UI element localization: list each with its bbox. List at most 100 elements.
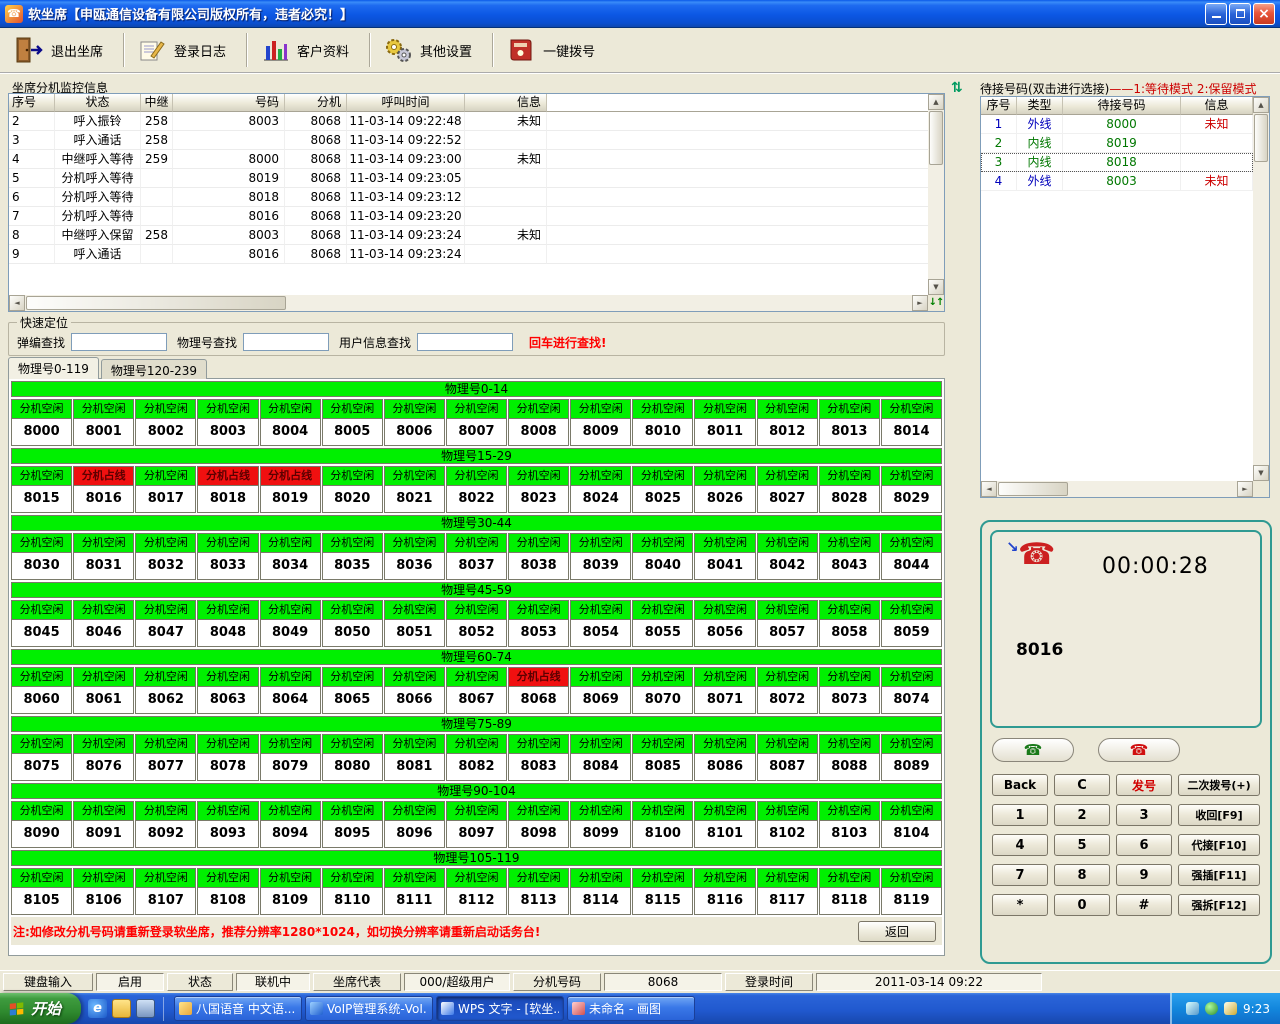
extension-cell[interactable]: 分机空闲8049	[260, 600, 321, 647]
scroll-up-button[interactable]: ▲	[1253, 97, 1269, 113]
monitor-row[interactable]: 6分机呼入等待8018806811-03-14 09:23:12	[9, 188, 944, 207]
extension-cell[interactable]: 分机占线8018	[197, 466, 258, 513]
keypad-key[interactable]: 0	[1054, 894, 1110, 916]
toolbar-button-one-key-dial[interactable]: 一键拨号	[498, 30, 611, 70]
keypad-key[interactable]: 5	[1054, 834, 1110, 856]
extension-cell[interactable]: 分机空闲8080	[322, 734, 383, 781]
show-desktop-icon[interactable]	[136, 999, 155, 1018]
answer-button[interactable]: ☎	[992, 738, 1074, 762]
extension-cell[interactable]: 分机空闲8114	[570, 868, 631, 915]
extension-cell[interactable]: 分机空闲8053	[508, 600, 569, 647]
extension-cell[interactable]: 分机空闲8032	[135, 533, 196, 580]
scroll-right-button[interactable]: ►	[1237, 481, 1253, 497]
scrollbar-thumb[interactable]	[929, 111, 943, 165]
extension-cell[interactable]: 分机空闲8083	[508, 734, 569, 781]
extension-cell[interactable]: 分机空闲8038	[508, 533, 569, 580]
user-info-search-input[interactable]	[417, 333, 513, 351]
keypad-key[interactable]: 代接[F10]	[1178, 834, 1260, 856]
extension-cell[interactable]: 分机空闲8026	[694, 466, 755, 513]
extension-cell[interactable]: 分机空闲8067	[446, 667, 507, 714]
extension-cell[interactable]: 分机空闲8077	[135, 734, 196, 781]
extension-cell[interactable]: 分机空闲8013	[819, 399, 880, 446]
extension-cell[interactable]: 分机空闲8030	[11, 533, 72, 580]
extension-cell[interactable]: 分机空闲8070	[632, 667, 693, 714]
scroll-down-button[interactable]: ▼	[928, 279, 944, 295]
keypad-key[interactable]: 1	[992, 804, 1048, 826]
extension-cell[interactable]: 分机空闲8012	[757, 399, 818, 446]
monitor-row[interactable]: 4中继呼入等待2598000806811-03-14 09:23:00未知	[9, 150, 944, 169]
extension-cell[interactable]: 分机空闲8084	[570, 734, 631, 781]
extension-cell[interactable]: 分机空闲8098	[508, 801, 569, 848]
scroll-right-button[interactable]: ►	[912, 295, 928, 311]
pending-column-header[interactable]: 类型	[1017, 97, 1063, 115]
extension-cell[interactable]: 分机空闲8116	[694, 868, 755, 915]
extension-cell[interactable]: 分机空闲8089	[881, 734, 942, 781]
monitor-column-header[interactable]: 分机	[285, 94, 347, 112]
extension-cell[interactable]: 分机空闲8082	[446, 734, 507, 781]
scrollbar-track[interactable]	[1253, 113, 1269, 465]
toolbar-button-customer-info[interactable]: 客户资料	[252, 30, 365, 70]
extension-cell[interactable]: 分机空闲8119	[881, 868, 942, 915]
pending-row[interactable]: 3内线8018	[981, 153, 1253, 172]
keypad-key[interactable]: 3	[1116, 804, 1172, 826]
extension-cell[interactable]: 分机空闲8051	[384, 600, 445, 647]
extension-cell[interactable]: 分机空闲8094	[260, 801, 321, 848]
extension-cell[interactable]: 分机空闲8054	[570, 600, 631, 647]
extension-cell[interactable]: 分机空闲8100	[632, 801, 693, 848]
scroll-up-button[interactable]: ▲	[928, 94, 944, 110]
extension-cell[interactable]: 分机空闲8024	[570, 466, 631, 513]
extension-cell[interactable]: 分机空闲8058	[819, 600, 880, 647]
extension-cell[interactable]: 分机空闲8052	[446, 600, 507, 647]
pending-row[interactable]: 2内线8019	[981, 134, 1253, 153]
extension-cell[interactable]: 分机占线8019	[260, 466, 321, 513]
extension-cell[interactable]: 分机空闲8096	[384, 801, 445, 848]
extension-cell[interactable]: 分机空闲8066	[384, 667, 445, 714]
maximize-button[interactable]	[1229, 3, 1251, 25]
keypad-key[interactable]: 二次拨号(+)	[1178, 774, 1260, 796]
scrollbar-thumb[interactable]	[1254, 114, 1268, 162]
extension-cell[interactable]: 分机空闲8004	[260, 399, 321, 446]
extension-cell[interactable]: 分机空闲8102	[757, 801, 818, 848]
extension-cell[interactable]: 分机空闲8008	[508, 399, 569, 446]
extension-cell[interactable]: 分机空闲8115	[632, 868, 693, 915]
extension-cell[interactable]: 分机空闲8092	[135, 801, 196, 848]
extension-cell[interactable]: 分机空闲8011	[694, 399, 755, 446]
keypad-key[interactable]: 9	[1116, 864, 1172, 886]
extension-cell[interactable]: 分机空闲8048	[197, 600, 258, 647]
taskbar-task-button[interactable]: WPS 文字 - [软坐...	[436, 996, 564, 1021]
scroll-down-button[interactable]: ▼	[1253, 465, 1269, 481]
extension-cell[interactable]: 分机空闲8036	[384, 533, 445, 580]
extension-cell[interactable]: 分机空闲8007	[446, 399, 507, 446]
pending-row[interactable]: 4外线8003未知	[981, 172, 1253, 191]
taskbar-task-button[interactable]: 未命名 - 画图	[567, 996, 695, 1021]
extension-cell[interactable]: 分机空闲8015	[11, 466, 72, 513]
keypad-key[interactable]: 2	[1054, 804, 1110, 826]
tab-physical-120-239[interactable]: 物理号120-239	[101, 359, 207, 379]
extension-cell[interactable]: 分机空闲8101	[694, 801, 755, 848]
scroll-left-button[interactable]: ◄	[981, 481, 997, 497]
extension-cell[interactable]: 分机空闲8023	[508, 466, 569, 513]
extension-cell[interactable]: 分机空闲8043	[819, 533, 880, 580]
extension-cell[interactable]: 分机空闲8105	[11, 868, 72, 915]
pending-horizontal-scrollbar[interactable]: ◄ ►	[981, 481, 1253, 497]
extension-cell[interactable]: 分机空闲8041	[694, 533, 755, 580]
monitor-row[interactable]: 2呼入振铃2588003806811-03-14 09:22:48未知	[9, 112, 944, 131]
monitor-row[interactable]: 8中继呼入保留2588003806811-03-14 09:23:24未知	[9, 226, 944, 245]
keypad-key[interactable]: 8	[1054, 864, 1110, 886]
keypad-key[interactable]: 4	[992, 834, 1048, 856]
extension-cell[interactable]: 分机空闲8079	[260, 734, 321, 781]
toolbar-button-login-log[interactable]: 登录日志	[129, 30, 242, 70]
extension-cell[interactable]: 分机空闲8069	[570, 667, 631, 714]
scrollbar-track[interactable]	[997, 481, 1237, 497]
extension-cell[interactable]: 分机空闲8014	[881, 399, 942, 446]
pending-vertical-scrollbar[interactable]: ▲ ▼	[1253, 97, 1269, 481]
pending-column-header[interactable]: 信息	[1181, 97, 1253, 115]
taskbar-task-button[interactable]: 八国语音 中文语...	[174, 996, 302, 1021]
extension-cell[interactable]: 分机空闲8021	[384, 466, 445, 513]
taskbar-task-button[interactable]: VoIP管理系统-VoI...	[305, 996, 433, 1021]
extension-cell[interactable]: 分机空闲8040	[632, 533, 693, 580]
extension-cell[interactable]: 分机空闲8071	[694, 667, 755, 714]
extension-cell[interactable]: 分机空闲8104	[881, 801, 942, 848]
sort-arrows-icon[interactable]: ↓↑	[928, 295, 944, 311]
extension-cell[interactable]: 分机空闲8065	[322, 667, 383, 714]
